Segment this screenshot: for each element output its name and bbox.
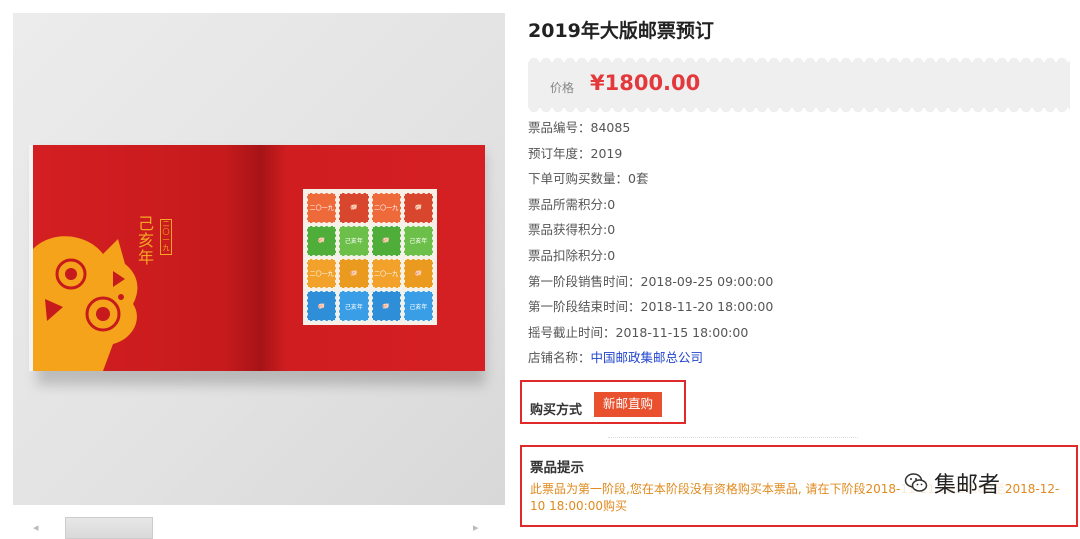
stamp: 二〇一九 bbox=[371, 258, 401, 289]
carousel-next-icon[interactable]: ▸ bbox=[473, 521, 479, 534]
stamp: 🐖 bbox=[403, 258, 433, 289]
attribute-row: 店铺名称：中国邮政集邮总公司 bbox=[528, 348, 773, 374]
attribute-label: 票品获得积分: bbox=[528, 222, 608, 238]
attribute-row: 第一阶段结束时间：2018-11-20 18:00:00 bbox=[528, 297, 773, 323]
attribute-row: 第一阶段销售时间：2018-09-25 09:00:00 bbox=[528, 272, 773, 298]
watermark: 集邮者 bbox=[900, 467, 1005, 499]
stamp: 🐖 bbox=[403, 193, 433, 223]
pig-papercut-illustration bbox=[33, 236, 138, 371]
stamp: 🐖 bbox=[339, 258, 369, 289]
stamp-album: 己亥年 二〇一九 二〇一九 🐖 二〇一九 🐖 🐖 己亥年 🐖 己亥年 二〇一九 … bbox=[29, 145, 485, 371]
carousel-prev-icon[interactable]: ◂ bbox=[33, 521, 39, 534]
stamp: 🐖 bbox=[371, 225, 401, 256]
attribute-row: 票品所需积分:0 bbox=[528, 195, 773, 221]
attribute-label: 店铺名称： bbox=[528, 350, 591, 366]
album-left-page: 己亥年 二〇一九 bbox=[33, 145, 259, 371]
price-label: 价格 bbox=[550, 81, 575, 95]
price-bar: 价格 ¥1800.00 bbox=[528, 57, 1070, 113]
thumbnail[interactable] bbox=[65, 517, 153, 539]
stamp: 己亥年 bbox=[403, 291, 433, 321]
product-image: 己亥年 二〇一九 二〇一九 🐖 二〇一九 🐖 🐖 己亥年 🐖 己亥年 二〇一九 … bbox=[13, 13, 505, 505]
attribute-label: 下单可购买数量： bbox=[528, 171, 629, 187]
attribute-value: 0套 bbox=[628, 171, 649, 187]
stamp: 二〇一九 bbox=[307, 193, 337, 223]
attribute-value: 0 bbox=[607, 196, 616, 212]
attribute-value: 84085 bbox=[590, 120, 631, 135]
watermark-text: 集邮者 bbox=[934, 473, 1001, 498]
attribute-value: 2019 bbox=[590, 145, 623, 161]
attribute-value: 2018-11-20 18:00:00 bbox=[640, 299, 774, 315]
attribute-row: 票品扣除积分:0 bbox=[528, 246, 773, 272]
stamp: 己亥年 bbox=[339, 291, 369, 321]
stamp: 二〇一九 bbox=[371, 193, 401, 223]
attribute-row: 下单可购买数量：0套 bbox=[528, 169, 773, 195]
album-calligraphy: 己亥年 bbox=[137, 214, 154, 267]
attribute-label: 第一阶段结束时间： bbox=[528, 299, 641, 315]
attribute-row: 票品获得积分:0 bbox=[528, 220, 773, 246]
stamp: 🐖 bbox=[307, 291, 337, 321]
attribute-value: 0 bbox=[607, 222, 616, 238]
stamp-sheet: 二〇一九 🐖 二〇一九 🐖 🐖 己亥年 🐖 己亥年 二〇一九 🐖 二〇一九 🐖 … bbox=[303, 189, 437, 325]
attribute-row: 预订年度：2019 bbox=[528, 144, 773, 170]
attribute-label: 票品扣除积分: bbox=[528, 247, 608, 263]
attribute-row: 票品编号：84085 bbox=[528, 118, 773, 144]
album-right-page: 二〇一九 🐖 二〇一九 🐖 🐖 己亥年 🐖 己亥年 二〇一九 🐖 二〇一九 🐖 … bbox=[259, 145, 485, 371]
attribute-row: 摇号截止时间：2018-11-15 18:00:00 bbox=[528, 323, 773, 349]
attribute-value: 2018-11-15 18:00:00 bbox=[615, 324, 749, 340]
price-value: ¥1800.00 bbox=[590, 71, 701, 95]
attribute-value: 2018-09-25 09:00:00 bbox=[640, 273, 774, 289]
ticket-notice: 票品提示 此票品为第一阶段,您在本阶段没有资格购买本票品, 请在下阶段2018-… bbox=[520, 445, 1078, 527]
stamp: 己亥年 bbox=[339, 225, 369, 256]
notice-title: 票品提示 bbox=[530, 460, 584, 476]
direct-purchase-button[interactable]: 新邮直购 bbox=[594, 392, 663, 417]
attribute-label: 票品所需积分: bbox=[528, 196, 608, 212]
shop-name-link[interactable]: 中国邮政集邮总公司 bbox=[591, 350, 704, 365]
wechat-icon bbox=[904, 473, 928, 492]
stamp: 己亥年 bbox=[403, 225, 433, 256]
stamp: 二〇一九 bbox=[307, 258, 337, 289]
attribute-label: 票品编号： bbox=[528, 120, 591, 135]
stamp: 🐖 bbox=[307, 225, 337, 256]
stamp: 🐖 bbox=[339, 193, 369, 223]
attribute-value: 0 bbox=[607, 247, 616, 263]
album-seal: 二〇一九 bbox=[160, 219, 172, 255]
thumbnail-carousel: ◂ ▸ bbox=[13, 515, 505, 539]
page-title: 2019年大版邮票预订 bbox=[528, 20, 714, 42]
attribute-list: 票品编号：84085 预订年度：2019 下单可购买数量：0套 票品所需积分:0… bbox=[528, 118, 773, 374]
stamp: 🐖 bbox=[371, 291, 401, 321]
divider bbox=[608, 437, 858, 438]
purchase-method-label: 购买方式 bbox=[530, 403, 583, 418]
attribute-label: 第一阶段销售时间： bbox=[528, 273, 641, 289]
purchase-method: 购买方式 新邮直购 bbox=[520, 380, 686, 424]
attribute-label: 摇号截止时间： bbox=[528, 324, 616, 340]
attribute-label: 预订年度： bbox=[528, 145, 591, 161]
